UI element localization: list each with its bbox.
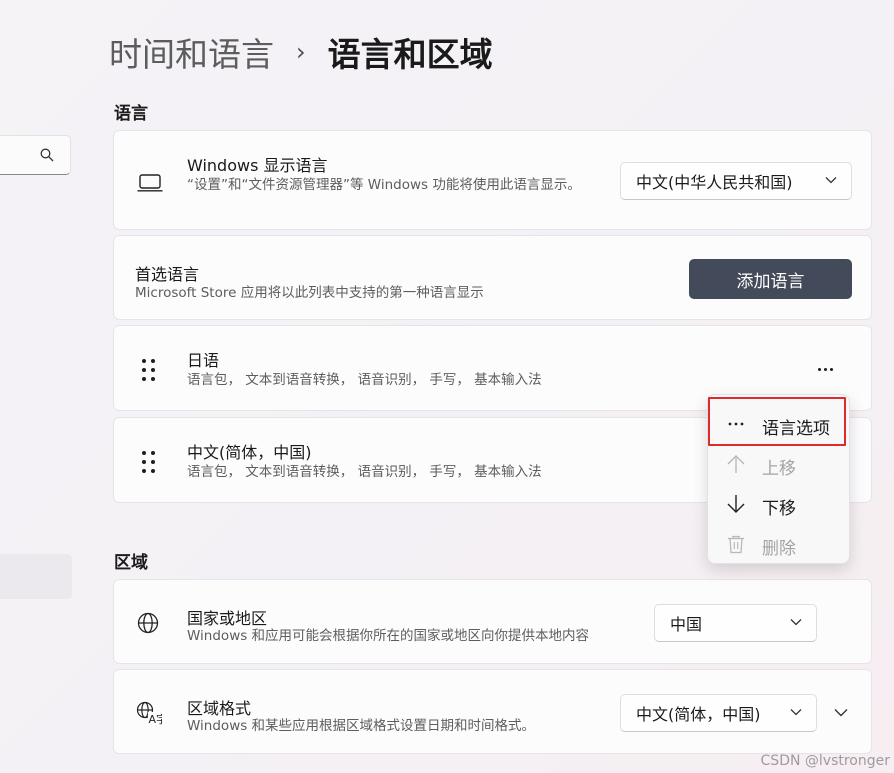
country-description: Windows 和应用可能会根据你所在的国家或地区向你提供本地内容 [187,628,590,644]
menu-item-label: 下移 [762,499,796,519]
menu-item-move-up[interactable]: 上移 [708,445,849,483]
drag-handle-icon[interactable] [142,359,158,381]
display-language-title: Windows 显示语言 [187,156,328,175]
search-input[interactable] [0,135,71,175]
chevron-down-icon [790,619,802,626]
regional-format-dropdown[interactable]: 中文(简体，中国) [620,694,817,732]
breadcrumb-chevron-icon: › [296,38,306,66]
menu-item-language-options[interactable]: 语言选项 [708,405,849,443]
language-item-name: 日语 [187,351,220,370]
nav-item-selected[interactable] [0,554,72,599]
menu-item-label: 语言选项 [762,419,830,439]
regional-format-description: Windows 和某些应用根据区域格式设置日期和时间格式。 [187,718,536,734]
svg-text:A字: A字 [149,712,163,725]
regional-format-value: 中文(简体，中国) [636,705,761,724]
country-card: 国家或地区 Windows 和应用可能会根据你所在的国家或地区向你提供本地内容 … [113,579,872,664]
arrow-up-icon [727,455,745,473]
preferred-languages-card: 首选语言 Microsoft Store 应用将以此列表中支持的第一种语言显示 … [113,235,872,320]
chevron-down-icon [790,709,802,716]
language-item-name: 中文(简体，中国) [187,443,312,462]
display-language-card: Windows 显示语言 “设置”和“文件资源管理器”等 Windows 功能将… [113,130,872,230]
preferred-languages-description: Microsoft Store 应用将以此列表中支持的第一种语言显示 [135,285,484,301]
menu-item-label: 上移 [762,459,796,479]
language-item-features: 语言包， 文本到语音转换， 语音识别， 手写， 基本输入法 [187,464,542,480]
display-language-dropdown[interactable]: 中文(中华人民共和国) [620,162,852,200]
page-title: 语言和区域 [327,35,493,74]
expand-chevron-icon[interactable] [834,708,848,717]
context-menu: 语言选项 上移 下移 删除 [707,394,850,564]
breadcrumb: 时间和语言 › 语言和区域 [109,30,493,74]
laptop-icon [137,174,163,192]
language-item-features: 语言包， 文本到语音转换， 语音识别， 手写， 基本输入法 [187,372,542,388]
menu-item-move-down[interactable]: 下移 [708,485,849,523]
menu-item-delete[interactable]: 删除 [708,525,849,563]
display-language-description: “设置”和“文件资源管理器”等 Windows 功能将使用此语言显示。 [187,177,581,193]
chevron-down-icon [825,177,837,184]
arrow-down-icon [727,495,745,513]
globe-icon [137,612,159,634]
section-title-language: 语言 [114,104,148,124]
country-dropdown[interactable]: 中国 [654,604,817,642]
menu-item-label: 删除 [762,539,796,559]
more-options-icon[interactable] [812,361,838,377]
regional-format-card[interactable]: A字 区域格式 Windows 和某些应用根据区域格式设置日期和时间格式。 中文… [113,669,872,754]
language-format-icon: A字 [136,701,162,725]
trash-icon [728,535,744,554]
display-language-value: 中文(中华人民共和国) [636,173,793,192]
breadcrumb-parent[interactable]: 时间和语言 [109,28,274,76]
drag-handle-icon[interactable] [142,451,158,473]
watermark: CSDN @lvstronger [760,753,890,769]
add-language-button[interactable]: 添加语言 [689,259,852,299]
preferred-languages-title: 首选语言 [135,265,200,284]
more-icon [728,422,744,426]
country-value: 中国 [670,615,703,634]
section-title-region: 区域 [114,553,148,573]
search-icon [40,148,54,162]
